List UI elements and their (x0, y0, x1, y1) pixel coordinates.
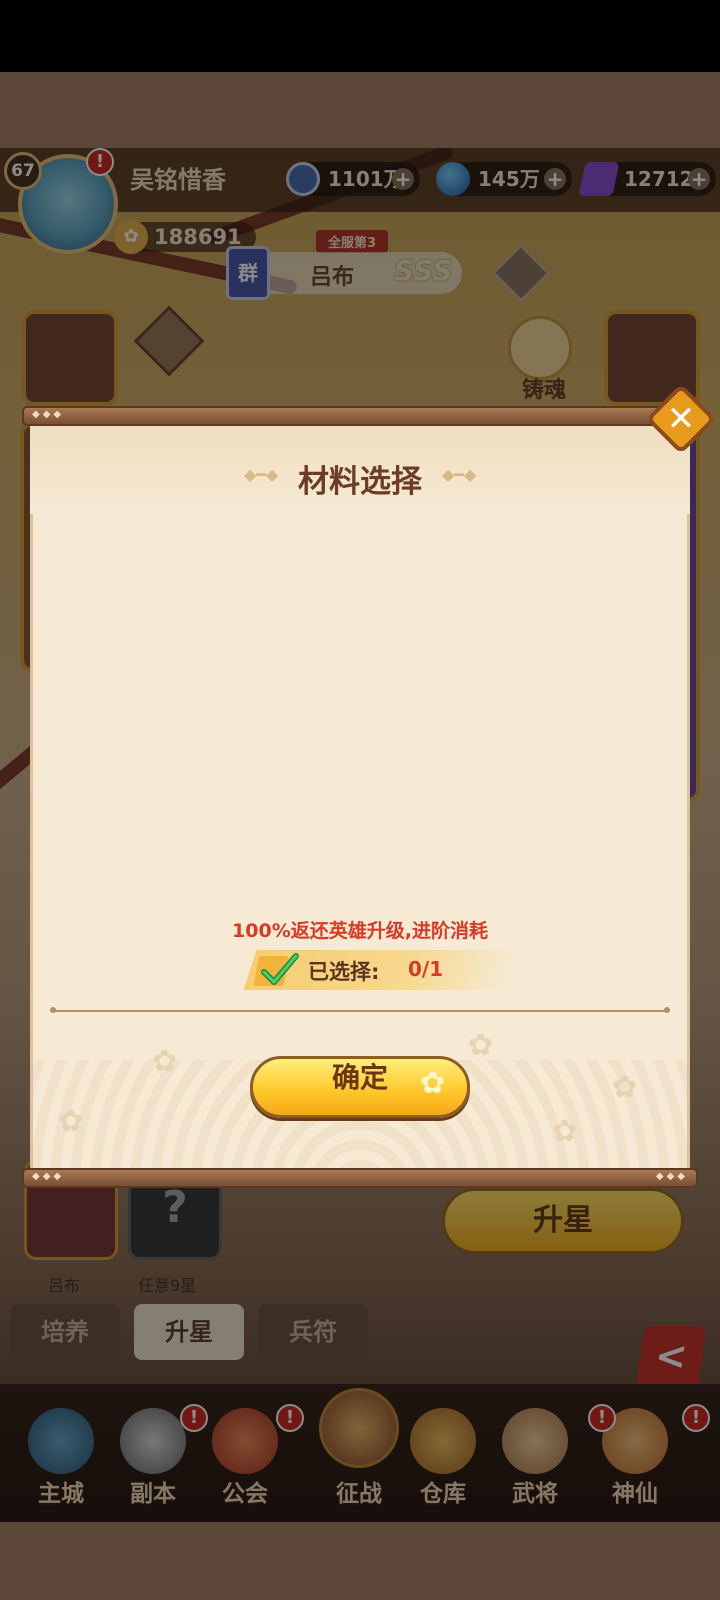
paw-icon: ✿ (58, 1104, 84, 1139)
paw-icon: ✿ (420, 1066, 446, 1101)
paw-icon: ✿ (468, 1028, 494, 1063)
top-letterbox (0, 72, 720, 148)
scroll-rod-bottom: ◆◆◆ ◆◆◆ (22, 1168, 698, 1188)
divider-dot (664, 1007, 670, 1013)
status-bar (0, 0, 720, 72)
selected-count: 0/1 (408, 957, 444, 981)
checkmark-icon (254, 953, 299, 986)
selected-label: 已选择: (308, 960, 380, 984)
dialog-divider (54, 1010, 666, 1012)
refund-note: 100%返还英雄升级,进阶消耗 (232, 920, 488, 942)
paw-icon: ✿ (612, 1070, 638, 1105)
close-icon[interactable]: ✕ (656, 394, 706, 444)
paw-icon: ✿ (152, 1044, 178, 1079)
title-ornament-right: ◆━◆ (442, 465, 477, 484)
divider-dot (50, 1007, 56, 1013)
scroll-rod-top: ◆◆◆ (22, 406, 698, 426)
bottom-letterbox (0, 1522, 720, 1600)
paw-icon: ✿ (552, 1114, 578, 1149)
dialog-title: 材料选择 (298, 464, 422, 500)
